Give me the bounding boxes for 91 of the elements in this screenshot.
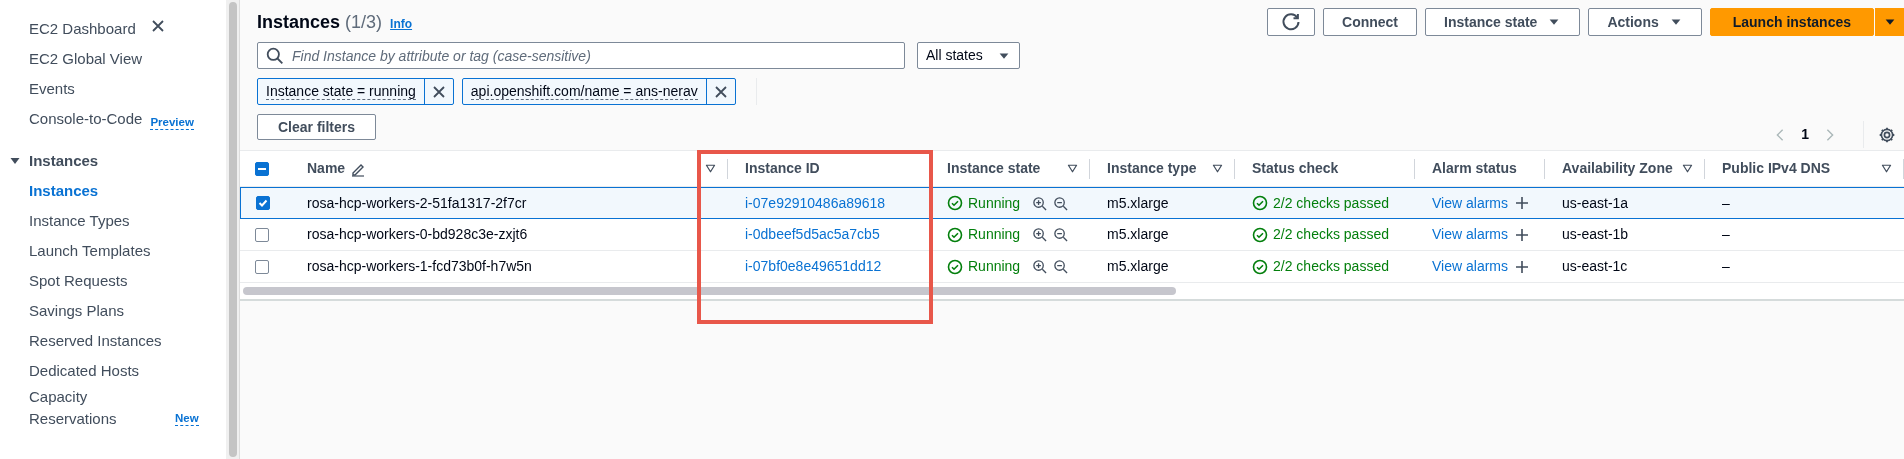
- table-cell-text: us-east-1c: [1562, 257, 1628, 276]
- filter-icon[interactable]: [1066, 162, 1079, 175]
- status-text: 2/2 checks passed: [1273, 257, 1389, 276]
- add-icon[interactable]: [1514, 195, 1530, 211]
- nav-link[interactable]: Spot Requests: [29, 270, 128, 292]
- split-dropdown-button[interactable]: [1874, 8, 1904, 36]
- horizontal-scrollbar[interactable]: [243, 287, 1176, 295]
- column-header[interactable]: Status check: [1252, 160, 1339, 176]
- info-link[interactable]: Info: [390, 14, 413, 33]
- close-icon: [430, 83, 447, 100]
- nav-link[interactable]: Instance Types: [29, 210, 130, 232]
- count-label: (1/3): [345, 10, 383, 34]
- page-number[interactable]: 1: [1801, 124, 1809, 145]
- connect-button[interactable]: Connect: [1323, 8, 1417, 36]
- table-cell-text: –: [1722, 257, 1730, 276]
- clear-filters-button[interactable]: Clear filters: [257, 114, 377, 140]
- dropdown-button[interactable]: Actions: [1588, 8, 1702, 36]
- table-cell-text: –: [1722, 225, 1730, 244]
- refresh-button[interactable]: [1267, 8, 1315, 36]
- badge-link[interactable]: Preview: [150, 115, 194, 130]
- status-ok-icon: [947, 258, 963, 275]
- checkmark-icon: [258, 198, 268, 208]
- section-heading[interactable]: Instances: [29, 149, 99, 173]
- filter-icon[interactable]: [1880, 162, 1893, 175]
- column-header[interactable]: Instance type: [1107, 160, 1197, 176]
- status-ok-icon: [947, 195, 963, 211]
- instance-id-link[interactable]: i-07bf0e8e49651dd12: [745, 256, 882, 277]
- nav-link[interactable]: Savings Plans: [29, 300, 125, 322]
- add-icon[interactable]: [1514, 258, 1530, 275]
- table-cell-text: us-east-1b: [1562, 225, 1629, 244]
- status-ok-icon: [1252, 258, 1268, 275]
- launch-button[interactable]: Launch instances: [1709, 8, 1874, 36]
- filter-icon[interactable]: [1681, 162, 1694, 175]
- zoom-in-icon[interactable]: [1032, 195, 1048, 211]
- nav-link[interactable]: Dedicated Hosts: [29, 360, 140, 382]
- column-header[interactable]: Instance state: [947, 160, 1041, 176]
- zoom-in-icon[interactable]: [1032, 259, 1048, 274]
- table-cell-text: us-east-1a: [1562, 193, 1629, 213]
- column-header[interactable]: Alarm status: [1432, 160, 1517, 176]
- table-cell-text: rosa-hcp-workers-1-fcd73b0f-h7w5n: [307, 257, 532, 276]
- column-header[interactable]: Instance ID: [745, 160, 820, 176]
- badge-link[interactable]: New: [175, 411, 199, 426]
- nav-link[interactable]: Reserved Instances: [29, 330, 162, 352]
- nav-link[interactable]: EC2 Dashboard: [29, 18, 136, 40]
- zoom-out-icon[interactable]: [1053, 195, 1069, 211]
- nav-link[interactable]: EC2 Global View: [29, 48, 143, 70]
- search-field[interactable]: Find Instance by attribute or tag (case-sensitive): [257, 42, 905, 69]
- status-text: 2/2 checks passed: [1273, 193, 1389, 213]
- view-alarms-link[interactable]: View alarms: [1432, 224, 1508, 245]
- status-text: Running: [968, 193, 1021, 213]
- table-cell-text: rosa-hcp-workers-0-bd928c3e-zxjt6: [307, 225, 528, 244]
- filter-icon[interactable]: [704, 162, 717, 175]
- zoom-out-icon[interactable]: [1053, 259, 1069, 274]
- settings-icon[interactable]: [1878, 125, 1896, 144]
- row-checkbox[interactable]: [255, 227, 269, 242]
- page-title: Instances: [257, 10, 341, 34]
- status-ok-icon: [1252, 226, 1268, 243]
- row-checkbox[interactable]: [255, 259, 269, 274]
- table-cell-text: –: [1722, 193, 1730, 213]
- instance-id-link[interactable]: i-0dbeef5d5ac5a7cb5: [745, 224, 880, 245]
- table-cell-text: m5.xlarge: [1107, 225, 1169, 244]
- zoom-out-icon[interactable]: [1053, 227, 1069, 242]
- filter-icon[interactable]: [1211, 162, 1224, 175]
- state-select[interactable]: All states: [917, 42, 1020, 69]
- status-ok-icon: [1252, 195, 1268, 211]
- view-alarms-link[interactable]: View alarms: [1432, 256, 1508, 277]
- dropdown-button[interactable]: Instance state: [1425, 8, 1581, 36]
- nav-link[interactable]: Capacity Reservations: [29, 386, 167, 430]
- nav-link[interactable]: Console-to-Code: [29, 108, 143, 130]
- table-cell-text: m5.xlarge: [1107, 257, 1169, 276]
- table-cell-text: m5.xlarge: [1107, 193, 1169, 213]
- close-icon: [712, 83, 729, 100]
- row-checkbox[interactable]: [256, 196, 270, 210]
- column-header[interactable]: Name: [307, 160, 346, 176]
- scrollbar[interactable]: [228, 2, 237, 457]
- close-icon[interactable]: [150, 18, 166, 34]
- select-all-checkbox[interactable]: [255, 161, 269, 176]
- status-text: Running: [968, 257, 1021, 276]
- nav-link[interactable]: Instances: [29, 180, 99, 202]
- refresh-icon: [1281, 12, 1301, 32]
- column-header[interactable]: Availability Zone: [1562, 160, 1673, 176]
- status-text: 2/2 checks passed: [1273, 225, 1389, 244]
- search-icon: [266, 47, 284, 65]
- nav-link[interactable]: Launch Templates: [29, 240, 151, 262]
- column-header[interactable]: Public IPv4 DNS: [1722, 160, 1831, 176]
- status-text: Running: [968, 225, 1021, 244]
- zoom-in-icon[interactable]: [1032, 227, 1048, 242]
- nav-link[interactable]: Events: [29, 78, 75, 100]
- add-icon[interactable]: [1514, 226, 1530, 243]
- status-ok-icon: [947, 226, 963, 243]
- table-cell-text: rosa-hcp-workers-2-51fa1317-2f7cr: [307, 193, 527, 213]
